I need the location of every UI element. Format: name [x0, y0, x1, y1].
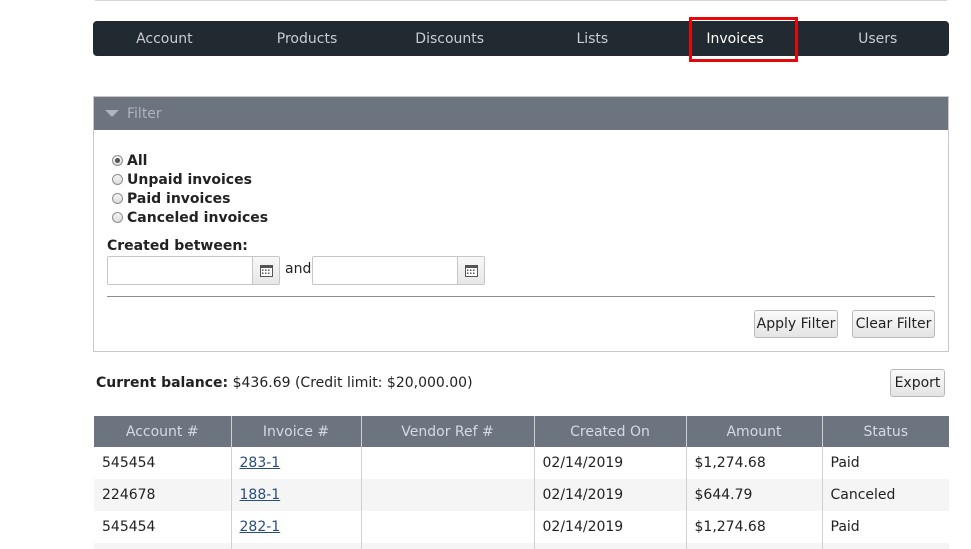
radio-label: Paid invoices: [127, 190, 231, 207]
cell-amount: $1,274.68: [686, 447, 823, 479]
collapse-triangle-icon: [105, 110, 119, 117]
nav-item-invoices[interactable]: Invoices: [664, 21, 807, 56]
invoice-link[interactable]: 188-1: [240, 487, 281, 503]
date-from-field[interactable]: [107, 256, 280, 285]
column-header-amount[interactable]: Amount: [686, 416, 823, 447]
radio-option-paid[interactable]: Paid invoices: [112, 189, 268, 208]
cell-invoice: 188-1: [231, 479, 362, 511]
radio-button[interactable]: [112, 212, 123, 223]
invoices-table: Account # Invoice # Vendor Ref # Created…: [94, 416, 949, 549]
cell-amount: $1,274.68: [686, 511, 823, 543]
cell-status: Paid: [830, 519, 860, 535]
cell-account: 545454: [94, 447, 232, 479]
radio-option-canceled[interactable]: Canceled invoices: [112, 208, 268, 227]
cell-created-on: 02/14/2019: [534, 511, 687, 543]
column-header-invoice[interactable]: Invoice #: [231, 416, 362, 447]
and-label: and: [285, 261, 312, 277]
radio-label: Unpaid invoices: [127, 171, 252, 188]
table-row: 545454 282-1 02/14/2019 $1,274.68 Paid: [94, 511, 949, 543]
clear-filter-button[interactable]: Clear Filter: [852, 310, 935, 338]
nav-item-users[interactable]: Users: [806, 21, 949, 56]
cell-empty: [231, 543, 362, 549]
date-to-picker-button[interactable]: [457, 257, 484, 284]
balance-label: Current balance:: [96, 375, 229, 391]
cell-account: 224678: [94, 479, 232, 511]
current-balance: Current balance: $436.69 (Credit limit: …: [96, 375, 473, 391]
cell-account: 545454: [94, 511, 232, 543]
nav-item-discounts[interactable]: Discounts: [378, 21, 521, 56]
cell-vendor-ref: [361, 447, 535, 479]
date-from-picker-button[interactable]: [252, 257, 279, 284]
calendar-icon: [464, 265, 478, 277]
cell-empty: [534, 543, 687, 549]
table-row: 545454 283-1 02/14/2019 $1,274.68 Paid: [94, 447, 949, 479]
column-header-status[interactable]: Status: [822, 416, 949, 447]
cell-empty: [94, 543, 232, 549]
status-radio-group: All Unpaid invoices Paid invoices Cancel…: [112, 151, 268, 227]
radio-option-unpaid[interactable]: Unpaid invoices: [112, 170, 268, 189]
nav-item-products[interactable]: Products: [236, 21, 379, 56]
invoices-page: Account Products Discounts Lists Invoice…: [0, 0, 971, 549]
created-between-label: Created between:: [107, 238, 248, 254]
cell-invoice: 282-1: [231, 511, 362, 543]
cell-empty: [361, 543, 535, 549]
radio-label: All: [127, 152, 148, 169]
calendar-icon: [259, 265, 273, 277]
cell-created-on: 02/14/2019: [534, 479, 687, 511]
filter-divider: [107, 296, 935, 297]
cell-created-on: 02/14/2019: [534, 447, 687, 479]
radio-button[interactable]: [112, 193, 123, 204]
cell-empty: [686, 543, 823, 549]
cell-status: Canceled: [822, 479, 949, 511]
radio-button[interactable]: [112, 155, 123, 166]
radio-option-all[interactable]: All: [112, 151, 268, 170]
column-header-account[interactable]: Account #: [94, 416, 232, 447]
invoice-link[interactable]: 282-1: [240, 519, 281, 535]
main-nav: Account Products Discounts Lists Invoice…: [93, 21, 949, 56]
cell-vendor-ref: [361, 479, 535, 511]
cell-amount: $644.79: [686, 479, 823, 511]
date-to-field[interactable]: [312, 256, 485, 285]
nav-item-lists[interactable]: Lists: [521, 21, 664, 56]
cell-vendor-ref: [361, 511, 535, 543]
cell-status: Paid: [830, 455, 860, 471]
filter-header[interactable]: Filter: [94, 97, 948, 130]
radio-label: Canceled invoices: [127, 209, 269, 226]
export-button[interactable]: Export: [890, 369, 945, 397]
column-header-created-on[interactable]: Created On: [534, 416, 687, 447]
nav-item-account[interactable]: Account: [93, 21, 236, 56]
cell-invoice: 283-1: [231, 447, 362, 479]
column-header-vendor-ref[interactable]: Vendor Ref #: [361, 416, 535, 447]
table-header-row: Account # Invoice # Vendor Ref # Created…: [94, 416, 949, 447]
table-row: 224678 188-1 02/14/2019 $644.79 Canceled: [94, 479, 949, 511]
balance-value: $436.69 (Credit limit: $20,000.00): [232, 375, 473, 391]
apply-filter-button[interactable]: Apply Filter: [754, 310, 838, 338]
radio-button[interactable]: [112, 174, 123, 185]
invoice-link[interactable]: 283-1: [240, 455, 281, 471]
table-row: [94, 543, 949, 549]
filter-title: Filter: [127, 105, 162, 122]
filter-panel: Filter All Unpaid invoices Paid invoices…: [93, 96, 949, 352]
top-divider: [95, 0, 947, 1]
cell-empty: [822, 543, 949, 549]
